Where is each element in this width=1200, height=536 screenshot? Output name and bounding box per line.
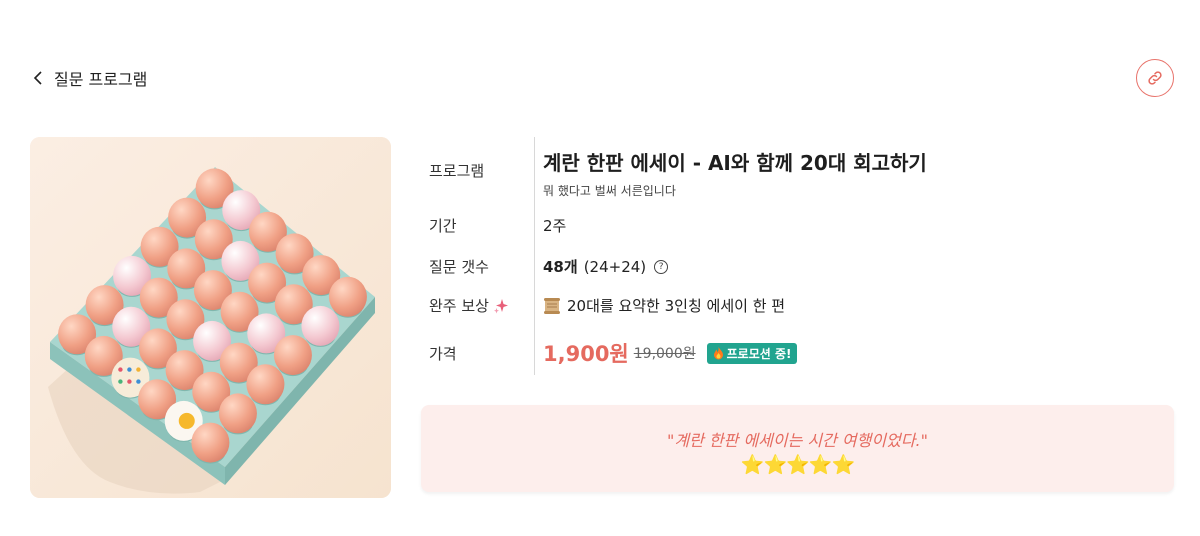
chevron-left-icon [32, 67, 44, 89]
back-button[interactable]: 질문 프로그램 [32, 66, 147, 90]
question-count-label: 질문 갯수 [429, 258, 489, 276]
sparkle-icon [493, 298, 509, 314]
question-count-detail: (24+24) [583, 257, 647, 276]
fire-icon [713, 346, 724, 360]
question-count-value: 48개 [543, 258, 578, 276]
promotion-label: 프로모션 중! [726, 346, 792, 361]
program-label: 프로그램 [429, 162, 485, 180]
back-label: 질문 프로그램 [54, 70, 148, 89]
reward-value: 20대를 요약한 3인칭 에세이 한 편 [567, 297, 786, 315]
reward-row: 완주 보상 20대를 요약한 3인칭 에세이 한 편 [429, 295, 785, 316]
reward-label: 완주 보상 [429, 297, 489, 315]
link-icon [1146, 69, 1164, 87]
question-count-row: 질문 갯수 48개 (24+24) ? [429, 256, 669, 277]
price-row: 가격 1,900원 19,000원 프로모션 중! [429, 338, 798, 368]
star-rating: ⭐⭐⭐⭐⭐ [740, 454, 855, 476]
price-label: 가격 [429, 344, 457, 363]
price-original: 19,000원 [633, 346, 696, 362]
review-card: "계란 한판 에세이는 시간 여행이었다." ⭐⭐⭐⭐⭐ [421, 405, 1174, 492]
period-label: 기간 [429, 217, 457, 235]
share-link-button[interactable] [1136, 59, 1174, 97]
scroll-icon [543, 297, 561, 315]
price-current: 1,900원 [543, 342, 629, 366]
period-value: 2주 [543, 217, 567, 235]
program-title: 계란 한판 에세이 - AI와 함께 20대 회고하기 [543, 151, 927, 175]
promotion-badge: 프로모션 중! [706, 342, 798, 364]
program-subtitle: 뭐 했다고 벌써 서른입니다 [543, 184, 676, 198]
period-row: 기간 2주 [429, 215, 566, 236]
review-quote: "계란 한판 에세이는 시간 여행이었다." [667, 431, 928, 450]
product-image [30, 137, 391, 498]
question-circle-icon[interactable]: ? [654, 259, 669, 274]
